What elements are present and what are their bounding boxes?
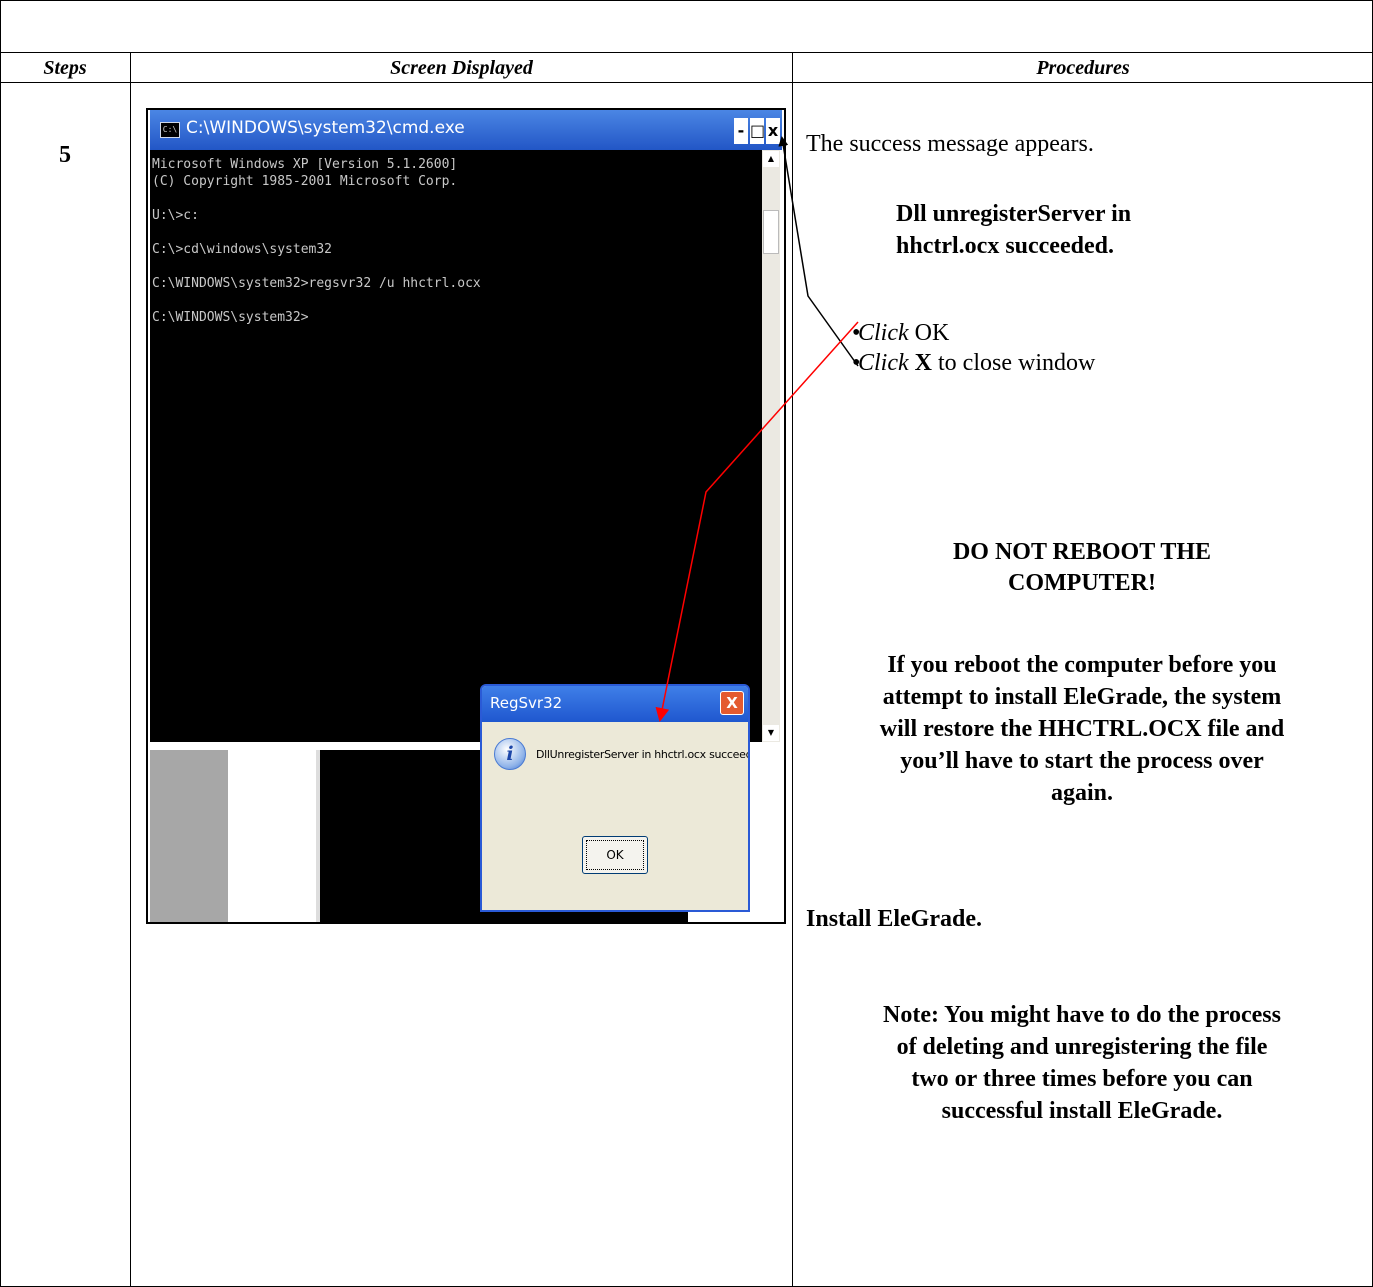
scroll-thumb[interactable] xyxy=(763,210,779,254)
dialog-message: DllUnregisterServer in hhctrl.ocx succee… xyxy=(536,748,750,761)
maximize-button[interactable]: □ xyxy=(750,118,765,144)
console-line: C:\>cd\windows\system32 xyxy=(152,242,333,257)
console-output[interactable]: Microsoft Windows XP [Version 5.1.2600] (… xyxy=(150,150,762,742)
console-line: C:\WINDOWS\system32> xyxy=(152,310,309,325)
cmd-window-icon: C:\ xyxy=(160,122,180,138)
warning-line-1: DO NOT REBOOT THE xyxy=(952,539,1212,565)
console-line: Microsoft Windows XP [Version 5.1.2600] xyxy=(152,157,458,172)
console-text: Microsoft Windows XP [Version 5.1.2600] (… xyxy=(152,156,481,326)
column-divider-1 xyxy=(130,52,131,1287)
scroll-down-arrow-icon[interactable]: ▼ xyxy=(763,725,779,741)
bullet-click-x: Click X to close window xyxy=(806,348,1095,378)
header-screen-displayed: Screen Displayed xyxy=(390,57,533,79)
bullet-click-ok: Click OK xyxy=(806,318,1095,348)
note-line-2: of deleting and unregistering the file xyxy=(896,1034,1268,1060)
dialog-title-bar: RegSvr32 X xyxy=(482,686,748,722)
minimize-button[interactable]: - xyxy=(734,118,748,144)
scroll-up-arrow-icon[interactable]: ▲ xyxy=(763,151,779,167)
reboot-line-1: If you reboot the computer before you xyxy=(887,652,1277,678)
dialog-ok-button[interactable]: OK xyxy=(582,836,648,874)
header-top-rule xyxy=(0,52,1373,53)
header-bottom-rule xyxy=(0,82,1373,83)
console-scrollbar[interactable]: ▲ ▼ xyxy=(762,150,780,742)
dialog-title: RegSvr32 xyxy=(490,694,563,712)
reboot-line-2: attempt to install EleGrade, the system xyxy=(882,684,1282,710)
cmd-title-bar: C:\ C:\WINDOWS\system32\cmd.exe - □ x xyxy=(150,110,782,150)
bullet-object: X xyxy=(914,350,932,376)
cmd-window-title: C:\WINDOWS\system32\cmd.exe xyxy=(186,118,465,138)
regsvr32-dialog: RegSvr32 X i DllUnregisterServer in hhct… xyxy=(480,684,750,912)
note-line-4: successful install EleGrade. xyxy=(941,1098,1223,1124)
bullet-object: OK xyxy=(914,320,950,346)
background-window-gray xyxy=(150,750,228,922)
dialog-close-button[interactable]: X xyxy=(720,691,744,715)
step-number: 5 xyxy=(59,142,71,168)
header-procedures: Procedures xyxy=(1036,57,1130,79)
ok-focus-ring xyxy=(586,840,644,870)
warning-line-2: COMPUTER! xyxy=(1008,570,1156,596)
success-message-line-1: Dll unregisterServer in xyxy=(896,201,1132,227)
bullet-verb: Click xyxy=(858,350,909,376)
console-line: (C) Copyright 1985-2001 Microsoft Corp. xyxy=(152,174,458,189)
reboot-line-4: you’ll have to start the process over xyxy=(900,748,1264,774)
header-steps: Steps xyxy=(43,57,87,79)
reboot-line-3: will restore the HHCTRL.OCX file and xyxy=(879,716,1285,742)
column-divider-2 xyxy=(792,52,793,1287)
reboot-line-5: again. xyxy=(1050,780,1113,806)
bullet-verb: Click xyxy=(858,320,909,346)
procedure-intro: The success message appears. xyxy=(806,131,1094,157)
note-line-1: Note: You might have to do the process xyxy=(883,1002,1281,1028)
console-line: C:\WINDOWS\system32>regsvr32 /u hhctrl.o… xyxy=(152,276,481,291)
info-icon: i xyxy=(494,738,526,770)
bullet-rest: to close window xyxy=(932,350,1096,376)
close-button[interactable]: x xyxy=(766,118,780,144)
cmd-window-controls: - □ x xyxy=(734,118,780,144)
install-instruction: Install EleGrade. xyxy=(806,906,983,932)
success-message-line-2: hhctrl.ocx succeeded. xyxy=(896,233,1114,259)
procedure-bullets: Click OK Click X to close window xyxy=(806,318,1095,378)
console-line: U:\>c: xyxy=(152,208,199,223)
background-window-white xyxy=(228,750,316,922)
note-line-3: two or three times before you can xyxy=(911,1066,1253,1092)
